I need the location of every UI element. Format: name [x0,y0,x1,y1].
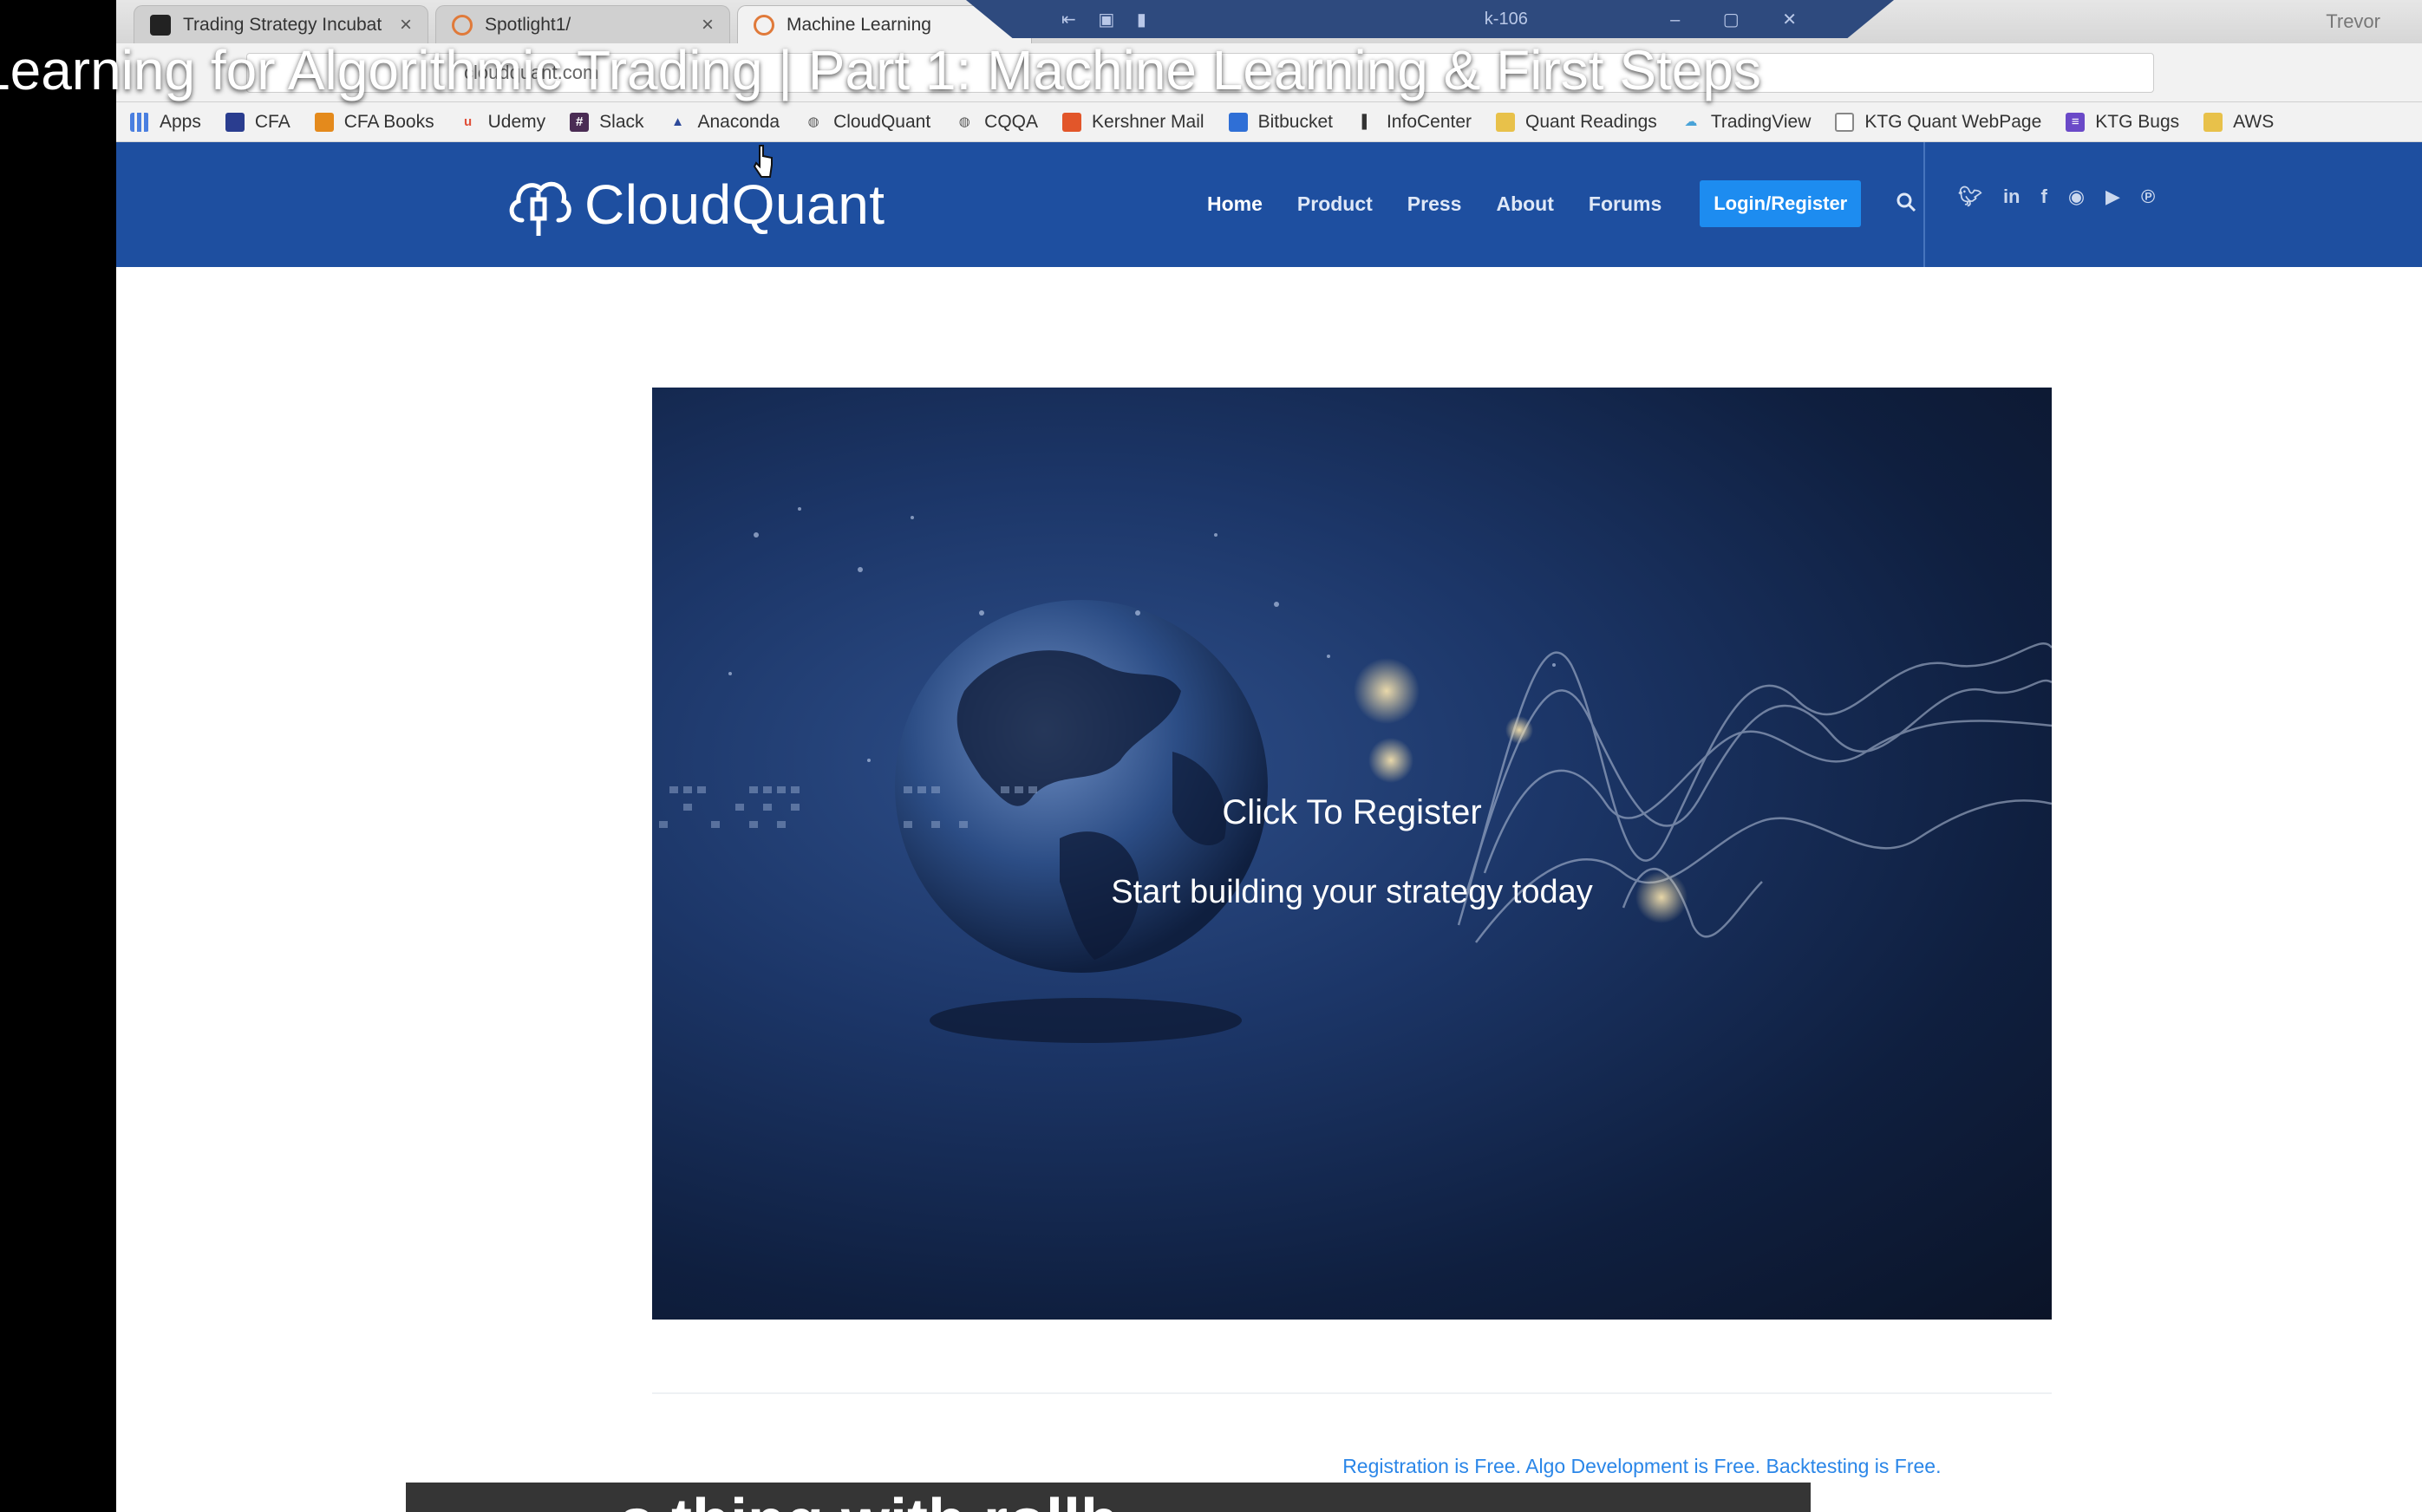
anaconda-icon: ▲ [671,114,684,129]
bookmark-aws[interactable]: AWS [2203,112,2274,133]
tab-close-icon[interactable]: × [400,13,412,37]
nav-home[interactable]: Home [1186,192,1283,281]
tab-favicon-icon [452,14,473,36]
bookmark-label: Anaconda [697,111,780,132]
caption-text: s thing with rollb... [619,1486,1171,1512]
bookmark-cqqa[interactable]: ◍ CQQA [955,112,1038,133]
nav-forums[interactable]: Forums [1589,192,1661,216]
search-icon[interactable] [1896,192,1916,217]
bookmark-label: CQQA [984,111,1039,132]
bookmark-label: InfoCenter [1386,111,1472,132]
tab-label: Spotlight1/ [485,14,571,35]
video-frame: Trading Strategy Incubat × Spotlight1/ ×… [0,0,2422,1512]
bookmark-label: Apps [160,111,201,132]
bookmarks-bar: Apps CFA CFA Books u Udemy # Slack ▲ Anacon… [116,102,2422,142]
tab-label: Trading Strategy Incubat [183,14,382,35]
facebook-icon[interactable]: f [2041,186,2047,208]
hero-subtitle: Start building your strategy today [1111,874,1593,910]
main-nav: Home Product Press About Forums Login/Re… [1186,180,1916,281]
login-register-button[interactable]: Login/Register [1700,180,1862,227]
tab-label: Machine Learning [787,14,931,35]
bookmark-label: Bitbucket [1257,111,1333,132]
bookmark-bitbucket[interactable]: Bitbucket [1228,111,1333,133]
nav-product[interactable]: Product [1297,192,1373,216]
bookmark-label: CloudQuant [833,111,931,132]
hero-title: Click To Register [1222,793,1482,831]
cloudquant-logo[interactable]: CloudQuant [506,161,885,248]
bookmark-infocenter[interactable]: ▌ InfoCenter [1357,112,1472,133]
bookmark-udemy[interactable]: u Udemy [459,111,546,133]
cloud-icon: ☁ [1684,114,1698,129]
mouse-cursor-icon [753,145,773,178]
social-links: 🐦︎ in f ◉ ▶ ℗ [1958,186,2176,208]
bookmark-label: AWS [2233,111,2275,132]
connection-icons[interactable]: ⇤ ▣ ▮ [1061,9,1155,30]
bookmark-label: CFA Books [343,111,434,132]
register-banner[interactable]: Click To Register Start building your st… [652,388,2052,1320]
bookmark-label: Slack [599,111,644,132]
connection-host: k-106 [1484,9,1528,29]
cloudquant-logo-icon [509,181,571,236]
bookmark-label: Quant Readings [1525,111,1657,132]
bookmark-ktg-bugs[interactable]: ≡ KTG Bugs [2066,112,2179,133]
udemy-icon: u [464,114,473,129]
bookmark-slack[interactable]: # Slack [570,111,644,133]
globe-illustration [659,507,2052,1043]
folder-icon [1496,112,1516,132]
bookmark-quant-readings[interactable]: Quant Readings [1496,112,1657,133]
tab-strip: Trading Strategy Incubat × Spotlight1/ ×… [116,0,2422,43]
bookmark-label: TradingView [1710,111,1812,132]
profile-name[interactable]: Trevor [2326,10,2380,33]
pinterest-icon[interactable]: ℗ [2141,186,2155,208]
tab-close-icon[interactable]: × [702,13,714,37]
bookmark-icon [314,112,334,132]
bookmark-apps[interactable]: Apps [130,112,201,133]
page-content: Click To Register Start building your st… [116,267,2422,1512]
youtube-icon[interactable]: ▶ [2105,186,2120,208]
video-title-text: Learning for Algorithmic Trading | Part … [0,39,1761,101]
bookmark-label: KTG Quant WebPage [1864,111,2042,132]
bookmark-cloudquant[interactable]: ◍ CloudQuant [804,111,931,133]
registration-text-row: Registration is Free. Algo Development i… [116,1455,2422,1478]
site-navbar: CloudQuant Home Product Press About Foru… [116,142,2422,281]
registration-text[interactable]: Registration is Free. Algo Development i… [1342,1455,1941,1478]
brand-name: CloudQuant [584,173,885,236]
bookmark-label: KTG Bugs [2095,111,2180,132]
bookmark-label: CFA [254,111,291,132]
twitter-icon[interactable]: 🐦︎ [1958,186,1982,208]
apps-grid-icon [130,112,149,132]
nav-about[interactable]: About [1496,192,1553,216]
browser-window: Trading Strategy Incubat × Spotlight1/ ×… [116,0,2422,1512]
content-divider [652,1392,2052,1394]
subtitle-caption: s thing with rollb... [406,1483,1811,1512]
list-icon: ≡ [2066,112,2086,132]
nav-press[interactable]: Press [1407,192,1462,216]
nav-divider [1923,142,1925,267]
folder-icon [2203,112,2223,132]
window-controls[interactable]: – ▢ ✕ [1670,9,1816,30]
tab-favicon-icon [754,14,774,36]
bookmark-tradingview[interactable]: ☁ TradingView [1681,111,1812,133]
bitbucket-icon [1228,112,1248,132]
remote-connection-bar: ⇤ ▣ ▮ k-106 – ▢ ✕ [966,0,1894,38]
reddit-icon[interactable]: ◉ [2068,186,2085,208]
office-icon [1062,112,1082,132]
tab-favicon-icon [150,14,171,36]
cloudquant-icon: ◍ [807,114,819,129]
bookmark-anaconda[interactable]: ▲ Anaconda [669,112,780,133]
bookmark-label: Udemy [487,111,546,132]
bookmark-cfa-books[interactable]: CFA Books [314,111,434,133]
bookmark-label: Kershner Mail [1092,111,1204,132]
video-title: Learning for Algorithmic Trading | Part … [0,38,2422,102]
cloudquant-icon: ◍ [958,114,970,129]
slack-icon: # [570,112,590,132]
bookmark-ktg-quant-webpage[interactable]: KTG Quant WebPage [1835,112,2041,133]
book-icon [225,112,245,132]
bookmark-kershner-mail[interactable]: Kershner Mail [1062,112,1204,133]
bookmark-cfa[interactable]: CFA [225,112,291,133]
info-icon: ▌ [1361,114,1372,129]
page-icon [1835,112,1855,132]
linkedin-icon[interactable]: in [2003,186,2021,208]
